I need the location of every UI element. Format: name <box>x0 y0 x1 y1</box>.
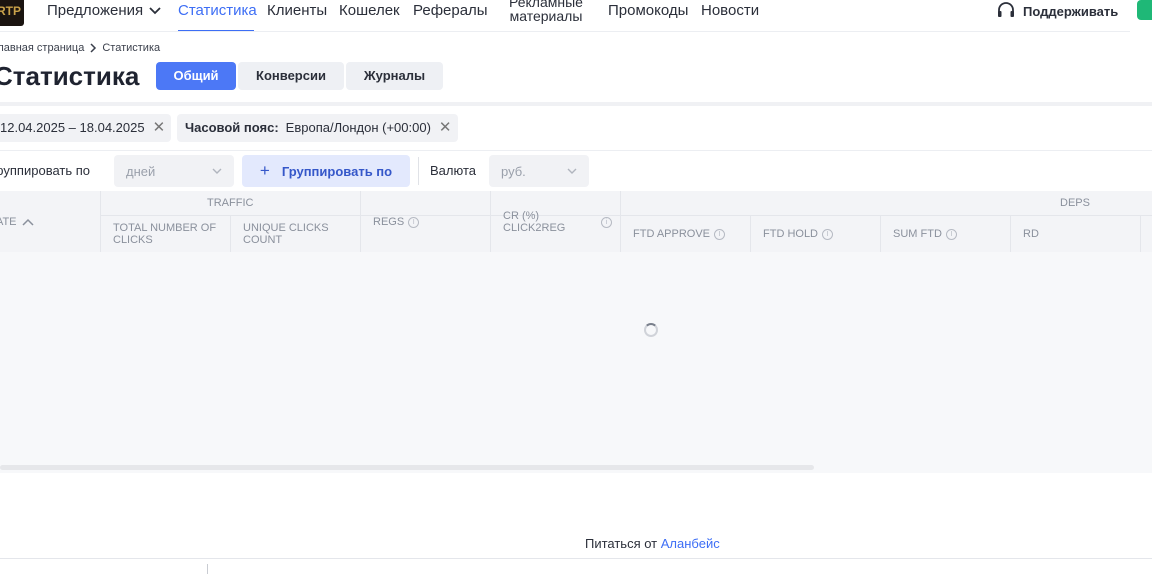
logo[interactable]: RTP <box>0 0 24 26</box>
breadcrumb-home[interactable]: Главная страница <box>0 40 84 56</box>
nav-promocodes[interactable]: Промокоды <box>608 0 688 22</box>
column-divider <box>620 191 621 252</box>
nav-news[interactable]: Новости <box>701 0 759 22</box>
column-divider <box>1140 215 1141 252</box>
column-ftd-hold[interactable]: FTD HOLD i <box>763 228 833 240</box>
info-icon[interactable]: i <box>408 216 420 228</box>
breadcrumb: Главная страница Статистика <box>0 40 160 56</box>
info-icon[interactable]: i <box>714 228 726 240</box>
tab-logs[interactable]: Журналы <box>346 62 443 90</box>
footer-powered-by: Питаться от Аланбейс <box>585 536 720 552</box>
nav-referrals[interactable]: Рефералы <box>413 0 488 22</box>
table-body <box>0 252 1152 473</box>
group-by-button[interactable]: + Группировать по <box>242 155 410 187</box>
breadcrumb-current: Статистика <box>102 42 161 54</box>
section-divider <box>0 102 1152 106</box>
info-icon[interactable]: i <box>822 228 833 240</box>
loading-spinner-icon <box>644 323 658 337</box>
column-sum-ftd[interactable]: SUM FTD i <box>893 228 957 240</box>
column-regs-label: REGS <box>373 216 405 228</box>
footer-powered-link[interactable]: Аланбейс <box>661 536 720 551</box>
group-by-select[interactable]: дней <box>114 155 234 187</box>
column-ftd-approve-label: FTD APPROVE <box>633 228 711 240</box>
nav-offers-label: Предложения <box>47 2 144 19</box>
column-divider <box>1010 215 1011 252</box>
column-divider <box>360 191 361 252</box>
chevron-down-icon <box>212 168 222 174</box>
column-divider <box>230 215 231 252</box>
bottom-tick <box>207 564 208 574</box>
info-icon[interactable]: i <box>601 217 612 228</box>
nav-divider <box>0 31 1130 32</box>
column-total-clicks[interactable]: TOTAL NUMBER OF CLICKS <box>113 222 223 246</box>
date-range-value: 12.04.2025 – 18.04.2025 <box>0 120 145 135</box>
grouping-separator <box>418 157 419 185</box>
column-rd[interactable]: RD <box>1023 228 1039 240</box>
column-unique-clicks[interactable]: UNIQUE CLICKS COUNT <box>243 222 353 246</box>
currency-value: руб. <box>501 163 526 179</box>
timezone-label: Часовой пояс: <box>185 120 279 135</box>
horizontal-scrollbar[interactable] <box>0 465 814 470</box>
column-divider <box>880 215 881 252</box>
chevron-down-icon <box>567 168 577 174</box>
group-header-deps: DEPS <box>1060 197 1090 209</box>
nav-statistics[interactable]: Статистика <box>178 0 257 22</box>
column-cr[interactable]: CR (%) CLICK2REG <box>503 210 583 234</box>
currency-label: Валюта <box>430 163 476 178</box>
column-divider <box>490 191 491 252</box>
tab-conversions[interactable]: Конверсии <box>238 62 344 90</box>
timezone-chip[interactable]: Часовой пояс: Европа/Лондон (+00:00) ✕ <box>177 114 458 142</box>
tab-general[interactable]: Общий <box>156 62 236 90</box>
filters-divider <box>0 150 1152 151</box>
support-label: Поддерживать <box>1023 3 1119 19</box>
column-date-label: DATE <box>0 216 17 228</box>
column-regs[interactable]: REGS i <box>373 216 420 228</box>
timezone-value: Европа/Лондон (+00:00) <box>285 120 431 135</box>
wallet-icon[interactable] <box>1137 0 1152 20</box>
column-ftd-approve[interactable]: FTD APPROVE i <box>633 228 726 240</box>
column-date[interactable]: DATE <box>0 216 34 228</box>
footer-powered-label: Питаться от <box>585 536 658 551</box>
chevron-right-icon <box>90 43 97 53</box>
group-by-button-label: Группировать по <box>281 163 393 179</box>
column-divider <box>750 215 751 252</box>
page-title: Статистика <box>0 61 140 91</box>
column-sum-ftd-label: SUM FTD <box>893 228 942 240</box>
plus-icon: + <box>259 161 270 180</box>
chevron-down-icon <box>149 7 161 15</box>
header-divider <box>620 215 1152 216</box>
close-icon[interactable]: ✕ <box>439 114 452 142</box>
info-icon[interactable]: i <box>945 228 957 240</box>
headset-icon <box>998 2 1014 17</box>
group-by-value: дней <box>126 163 156 179</box>
nav-clients[interactable]: Клиенты <box>267 0 327 22</box>
column-divider <box>100 191 101 252</box>
group-by-label: Группировать по <box>0 163 91 178</box>
nav-wallet[interactable]: Кошелек <box>339 0 400 22</box>
column-ftd-hold-label: FTD HOLD <box>763 228 818 240</box>
support-link[interactable]: Поддерживать <box>996 0 1118 22</box>
group-header-traffic: TRAFFIC <box>207 197 254 209</box>
nav-ad-materials[interactable]: Рекламные материалы <box>500 0 592 23</box>
bottom-divider <box>0 558 1152 559</box>
currency-select[interactable]: руб. <box>489 155 589 187</box>
date-range-chip[interactable]: 12.04.2025 – 18.04.2025 ✕ <box>0 114 172 142</box>
close-icon[interactable]: ✕ <box>153 114 166 142</box>
sort-up-icon[interactable] <box>22 218 34 226</box>
nav-offers[interactable]: Предложения <box>47 0 161 22</box>
